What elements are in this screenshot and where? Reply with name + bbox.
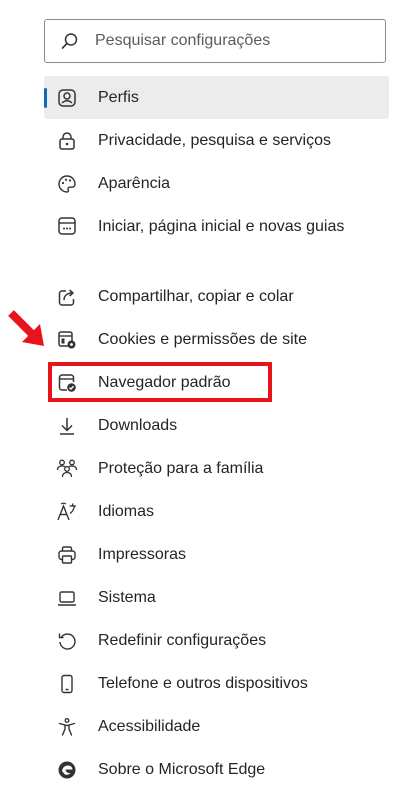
family-icon bbox=[56, 458, 78, 480]
share-icon bbox=[56, 286, 78, 308]
nav-item-label: Perfis bbox=[98, 89, 139, 106]
nav-item-compartilhar[interactable]: Compartilhar, copiar e colar bbox=[44, 275, 389, 318]
profile-icon bbox=[56, 87, 78, 109]
nav-item-label: Telefone e outros dispositivos bbox=[98, 675, 308, 692]
nav-item-protecao-familia[interactable]: Proteção para a família bbox=[44, 447, 389, 490]
nav-item-label: Aparência bbox=[98, 175, 171, 192]
search-icon bbox=[61, 32, 79, 50]
site-permissions-icon bbox=[56, 329, 78, 351]
laptop-icon bbox=[56, 587, 78, 609]
printer-icon bbox=[56, 544, 78, 566]
nav-item-sistema[interactable]: Sistema bbox=[44, 576, 389, 619]
nav-item-acessibilidade[interactable]: Acessibilidade bbox=[44, 705, 389, 748]
nav-item-iniciar[interactable]: Iniciar, página inicial e novas guias bbox=[44, 205, 389, 275]
nav-item-label: Redefinir configurações bbox=[98, 632, 267, 649]
accessibility-icon bbox=[56, 716, 78, 738]
nav-item-label: Iniciar, página inicial e novas guias bbox=[98, 218, 345, 235]
nav-item-impressoras[interactable]: Impressoras bbox=[44, 533, 389, 576]
reset-icon bbox=[56, 630, 78, 652]
nav-item-sobre[interactable]: Sobre o Microsoft Edge bbox=[44, 748, 389, 791]
annotation-arrow bbox=[8, 310, 44, 346]
search-input[interactable] bbox=[95, 32, 365, 50]
nav-item-idiomas[interactable]: Idiomas bbox=[44, 490, 389, 533]
selected-indicator bbox=[44, 88, 47, 108]
lock-icon bbox=[56, 130, 78, 152]
annotation-highlight-box bbox=[48, 362, 272, 402]
nav-item-redefinir[interactable]: Redefinir configurações bbox=[44, 619, 389, 662]
nav-item-privacidade[interactable]: Privacidade, pesquisa e serviços bbox=[44, 119, 389, 162]
nav-item-perfis[interactable]: Perfis bbox=[44, 76, 389, 119]
palette-icon bbox=[56, 173, 78, 195]
nav-item-label: Compartilhar, copiar e colar bbox=[98, 288, 294, 305]
settings-nav: Perfis Privacidade, pesquisa e serviços … bbox=[44, 76, 389, 791]
nav-item-label: Sistema bbox=[98, 589, 156, 606]
phone-icon bbox=[56, 673, 78, 695]
nav-item-label: Cookies e permissões de site bbox=[98, 331, 307, 348]
nav-item-label: Proteção para a família bbox=[98, 460, 264, 477]
nav-item-label: Impressoras bbox=[98, 546, 187, 563]
nav-item-label: Downloads bbox=[98, 417, 178, 434]
nav-item-telefone[interactable]: Telefone e outros dispositivos bbox=[44, 662, 389, 705]
settings-search-box[interactable] bbox=[44, 19, 386, 63]
language-icon bbox=[56, 501, 78, 523]
nav-item-downloads[interactable]: Downloads bbox=[44, 404, 389, 447]
edge-logo-icon bbox=[56, 759, 78, 781]
browser-window-icon bbox=[56, 215, 78, 237]
nav-item-aparencia[interactable]: Aparência bbox=[44, 162, 389, 205]
nav-item-label: Idiomas bbox=[98, 503, 155, 520]
nav-item-label: Acessibilidade bbox=[98, 718, 201, 735]
download-icon bbox=[56, 415, 78, 437]
nav-item-label: Privacidade, pesquisa e serviços bbox=[98, 132, 332, 149]
nav-item-cookies[interactable]: Cookies e permissões de site bbox=[44, 318, 389, 361]
